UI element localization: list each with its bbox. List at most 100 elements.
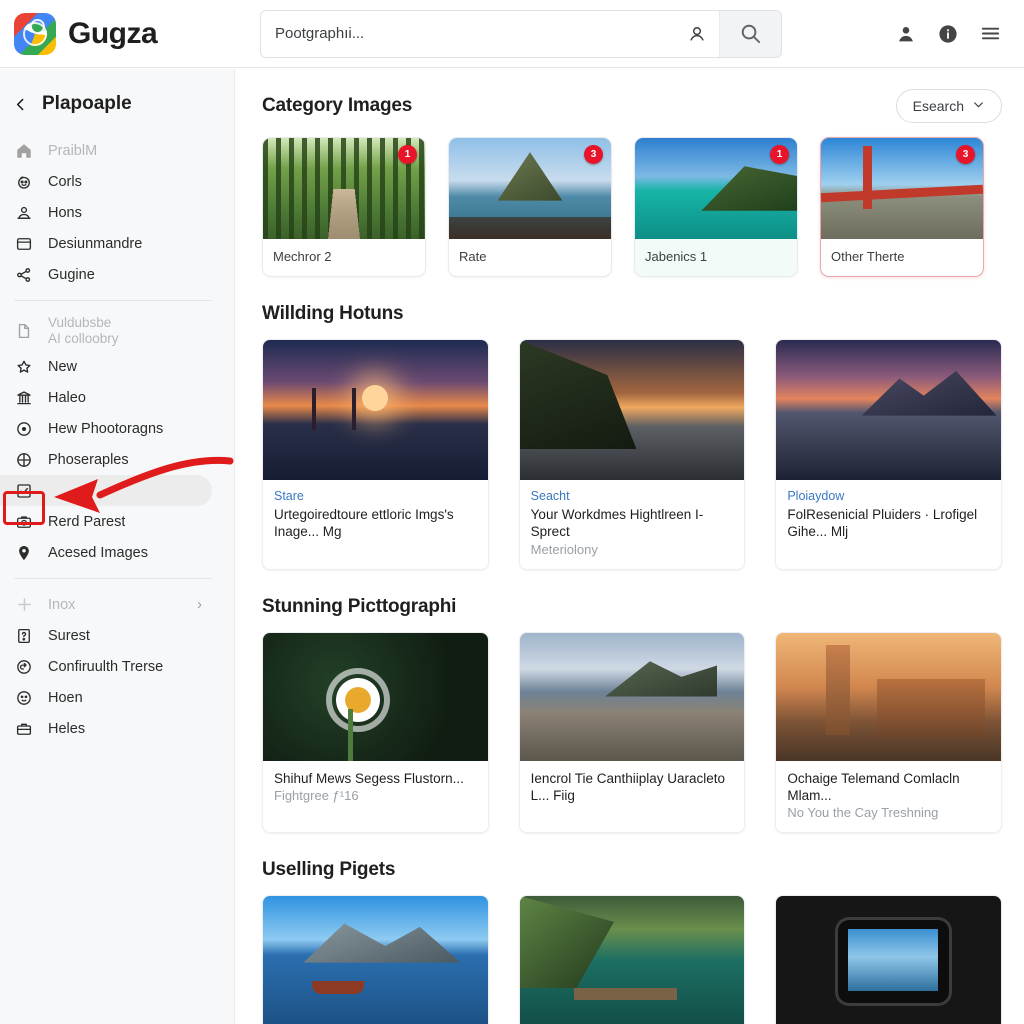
sidebar-item-label: Acesed Images xyxy=(48,544,148,561)
sidebar-back-header[interactable]: Plapoaple xyxy=(0,87,234,121)
search-button[interactable] xyxy=(719,10,781,57)
photo-card-title: Ochaige Telemand Comlacln Mlam... xyxy=(787,770,960,803)
info-circle-icon[interactable] xyxy=(937,23,959,45)
sidebar-item-label: Hew Phootoragns xyxy=(48,420,164,437)
sidebar-divider xyxy=(14,300,212,301)
photo-card[interactable]: Iencrol Tie Canthiiplay Uaracleto L... F… xyxy=(518,631,746,834)
share-nodes-icon xyxy=(14,266,34,284)
sidebar-item-inox[interactable]: Inox › xyxy=(0,589,212,620)
window-icon xyxy=(14,235,34,253)
photo-card[interactable]: Douclde Tie Shapts Raler xyxy=(775,895,1003,1024)
search-bar[interactable] xyxy=(260,9,782,58)
sidebar-item-hoen[interactable]: Hoen xyxy=(0,682,212,713)
photo-card-link[interactable]: Seacht xyxy=(531,489,734,503)
status-badge: 3 xyxy=(584,145,603,164)
sidebar-item-label-line1: Vuldubsbe xyxy=(48,315,112,331)
section-title: Willding Hotuns xyxy=(262,303,404,324)
photo-card-row: Goudde Later Thunats Teamala ...Tolabre … xyxy=(262,895,1003,1024)
sidebar-item-label: Rerd Parest xyxy=(48,513,126,530)
sidebar-item-phoseraples[interactable]: Phoseraples xyxy=(0,444,212,475)
sidebar-item-hew-phootoragns[interactable]: Hew Phootoragns xyxy=(0,413,212,444)
sidebar-title: Plapoaple xyxy=(42,93,132,114)
sidebar-item-new[interactable]: New xyxy=(0,351,212,382)
sidebar-item-label: Desiunmandre xyxy=(48,235,143,252)
section-title: Category Images xyxy=(262,95,413,116)
chevron-left-icon xyxy=(10,96,30,113)
sidebar-item-label: Hoen xyxy=(48,689,83,706)
photo-thumbnail xyxy=(519,632,745,761)
sidebar-item-label: Haleo xyxy=(48,389,86,406)
photo-thumbnail xyxy=(519,340,745,480)
category-card[interactable]: 3 Other Therte xyxy=(820,137,984,277)
help-doc-icon xyxy=(14,627,34,645)
top-bar-icons xyxy=(895,22,1024,45)
esearch-dropdown-button[interactable]: Esearch xyxy=(895,89,1002,123)
photo-card-subtitle: No You the Cay Treshning xyxy=(787,805,939,821)
sidebar-item-label-line2: AI colloobry xyxy=(48,331,119,346)
account-icon[interactable] xyxy=(895,23,917,45)
photo-card-title: FolResenicial Pluiders · Lrofigel Gihe..… xyxy=(787,507,978,540)
photo-card[interactable]: Seacht Your Workdmes Hightlreen I-Sprect M… xyxy=(518,339,746,570)
document-icon xyxy=(14,322,34,340)
smiley-circle-icon xyxy=(14,173,34,191)
category-card-label: Mechror 2 xyxy=(273,249,332,264)
photo-card-body: Iencrol Tie Canthiiplay Uaracleto L... F… xyxy=(520,761,745,817)
sidebar-item-label: Confiruulth Trerse xyxy=(48,658,164,675)
search-input[interactable] xyxy=(261,10,675,57)
photo-card-link[interactable]: Ploiaydow xyxy=(787,489,990,503)
section-header: Stunning Picttographi xyxy=(262,596,1002,618)
circle-dot-icon xyxy=(14,420,34,438)
photo-card[interactable]: Goudde Later Thunats Teamala ... xyxy=(262,895,489,1024)
photo-card-subtitle: Meteriolony xyxy=(530,541,598,557)
sidebar-item-surest[interactable]: Surest xyxy=(0,620,212,651)
lens-camera-icon[interactable] xyxy=(675,10,719,57)
sidebar-item-checkbox-checked-icon[interactable] xyxy=(0,475,212,506)
sidebar-item-confiruulth-trerse[interactable]: Confiruulth Trerse xyxy=(0,651,212,682)
sidebar-item-desiunmandre[interactable]: Desiunmandre xyxy=(0,228,212,259)
hamburger-menu-icon[interactable] xyxy=(979,22,1002,45)
photo-card-body: Seacht Your Workdmes Hightlreen I-Sprect M… xyxy=(520,480,745,569)
section-header: Uselling Pigets xyxy=(262,859,1002,881)
photo-card-body: Ochaige Telemand Comlacln Mlam... No You … xyxy=(776,761,1001,833)
sidebar-item-hons[interactable]: Hons xyxy=(0,197,212,228)
home-icon xyxy=(14,142,34,160)
chevron-right-icon[interactable]: › xyxy=(197,597,202,613)
photo-card[interactable]: Tolabre Suole Tuielinial Camaco N... xyxy=(518,895,746,1024)
briefcase-icon xyxy=(14,720,34,738)
sidebar-item-label: Inox xyxy=(48,596,76,613)
photo-card-link[interactable]: Stare xyxy=(274,489,477,503)
sidebar-item-haleo[interactable]: Haleo xyxy=(0,382,212,413)
photo-card[interactable]: Ochaige Telemand Comlacln Mlam... No You … xyxy=(775,631,1003,834)
photo-card[interactable]: Ploiaydow FolResenicial Pluiders · Lrofig… xyxy=(775,339,1003,570)
category-card[interactable]: 1 Jabenics 1 xyxy=(634,137,798,277)
sidebar-item-praiblm[interactable]: PraiblM xyxy=(0,135,212,166)
camera-case-icon xyxy=(14,513,34,531)
sidebar-item-gugine[interactable]: Gugine xyxy=(0,259,212,290)
category-card[interactable]: 3 Rate xyxy=(448,137,612,277)
category-thumbnail: 1 xyxy=(263,138,425,239)
star-crown-icon xyxy=(14,358,34,376)
photo-card[interactable]: Shihuf Mews Segess Flustorn... Fightgree … xyxy=(262,631,489,834)
photo-card-body: Shihuf Mews Segess Flustorn... Fightgree … xyxy=(263,761,488,815)
section-title: Stunning Picttographi xyxy=(262,595,457,617)
sidebar-nav: PraiblM Corls Hons Desiunmandre Gugine Vuldub… xyxy=(0,135,234,744)
category-thumbnail: 3 xyxy=(449,138,611,239)
brand-logo[interactable]: Gugza xyxy=(0,12,244,55)
photo-card[interactable]: Stare Urtegoiredtoure ettloric Imgs's Ina… xyxy=(262,339,489,570)
sidebar-item-rerd-parest[interactable]: Rerd Parest xyxy=(0,506,212,537)
photo-card-row: Stare Urtegoiredtoure ettloric Imgs's Ina… xyxy=(262,339,1003,570)
checkbox-checked-icon xyxy=(14,482,34,500)
sidebar-item-vuldubsbe[interactable]: Vuldubsbe AI colloobry xyxy=(0,311,212,351)
chevron-down-icon xyxy=(972,98,985,114)
photo-thumbnail xyxy=(519,896,745,1024)
sidebar-item-label: Heles xyxy=(48,720,86,737)
category-card[interactable]: 1 Mechror 2 xyxy=(262,137,426,277)
location-pin-icon xyxy=(14,544,34,562)
sidebar-item-corls[interactable]: Corls xyxy=(0,166,212,197)
sidebar-item-acesed-images[interactable]: Acesed Images xyxy=(0,537,212,568)
status-badge: 3 xyxy=(956,145,975,164)
photo-card-body: Ploiaydow FolResenicial Pluiders · Lrofig… xyxy=(776,480,1001,553)
esearch-dropdown-label: Esearch xyxy=(912,98,964,114)
sidebar-item-heles[interactable]: Heles xyxy=(0,713,212,744)
category-card-row: 1 Mechror 2 3 Rate 1 Jabenics 1 3 Other Therte xyxy=(262,137,1002,277)
